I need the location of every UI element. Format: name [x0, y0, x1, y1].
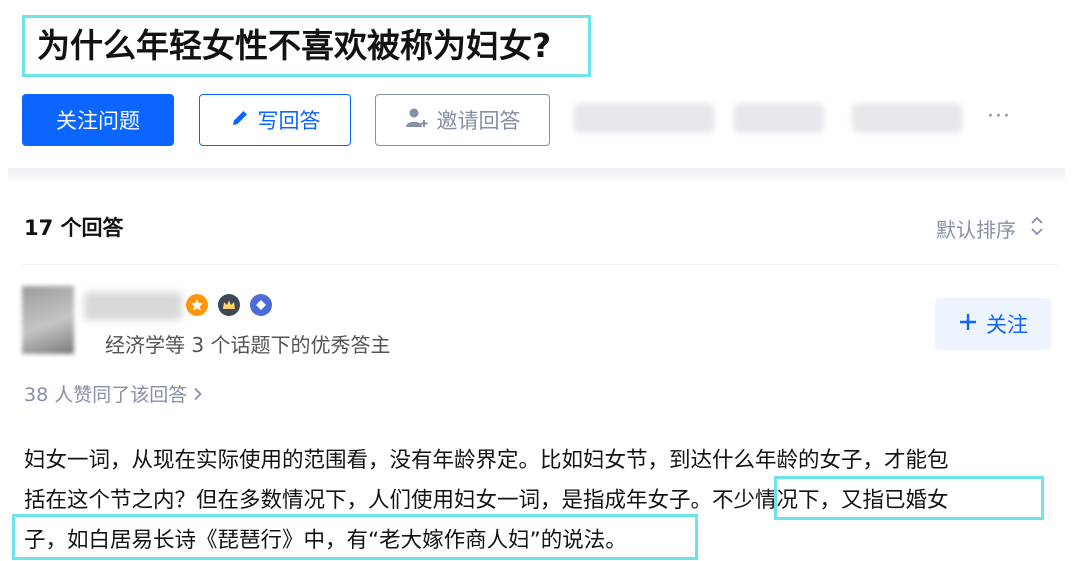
question-title: 为什么年轻女性不喜欢被称为妇女?	[22, 15, 591, 77]
sort-dropdown[interactable]: 默认排序	[936, 214, 1044, 243]
answer-count: 17 个回答	[24, 216, 124, 240]
highlight-box	[12, 514, 698, 560]
blurred-meta	[574, 103, 714, 133]
content-text: 括在这个节之内？但在多数情况下，人们使用妇女一词，是指成年女子。	[24, 488, 713, 513]
question-actions: 关注问题 写回答 邀请回答 ···	[22, 94, 1062, 146]
follow-question-button[interactable]: 关注问题	[22, 94, 174, 146]
follow-author-label: 关注	[986, 313, 1028, 337]
sort-label: 默认排序	[936, 218, 1016, 242]
shield-badge-icon	[250, 294, 272, 316]
follow-author-button[interactable]: 关注	[935, 298, 1051, 350]
author-description: 经济学等 3 个话题下的优秀答主	[105, 333, 391, 357]
content-line: 妇女一词，从现在实际使用的范围看，没有年龄界定。比如妇女节，到达什么年龄的女子，…	[24, 448, 949, 473]
avatar[interactable]	[22, 286, 74, 354]
invite-answer-button[interactable]: 邀请回答	[375, 94, 550, 146]
follow-question-label: 关注问题	[56, 109, 140, 133]
plus-icon	[958, 312, 978, 337]
likes-count-link[interactable]: 38 人赞同了该回答	[24, 380, 203, 407]
blurred-meta	[852, 103, 962, 133]
invite-answer-label: 邀请回答	[436, 109, 521, 133]
crown-badge-icon	[218, 294, 240, 316]
sort-updown-icon	[1030, 216, 1044, 241]
likes-label: 38 人赞同了该回答	[24, 384, 188, 406]
author-badges	[186, 294, 272, 316]
section-divider	[22, 264, 1058, 265]
chevron-right-icon	[193, 384, 203, 406]
pencil-icon	[230, 108, 250, 133]
header-divider	[8, 168, 1065, 184]
highlight-box	[774, 476, 1044, 520]
write-answer-label: 写回答	[257, 109, 321, 133]
star-badge-icon	[186, 294, 208, 316]
write-answer-button[interactable]: 写回答	[199, 94, 351, 146]
author-name-blurred[interactable]	[84, 292, 182, 320]
person-plus-icon	[405, 107, 429, 134]
blurred-meta	[734, 103, 824, 133]
more-actions-button[interactable]: ···	[987, 104, 1011, 129]
